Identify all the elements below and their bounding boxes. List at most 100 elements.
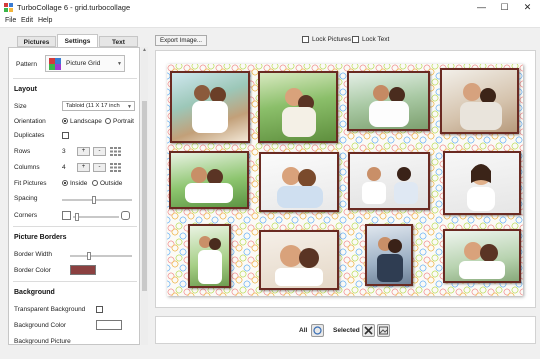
photo-couple-coffee[interactable] xyxy=(348,152,430,210)
duplicates-label: Duplicates xyxy=(14,132,45,139)
photo-couple-coffee-icon xyxy=(362,167,418,204)
pattern-dropdown[interactable]: Picture Grid ▼ xyxy=(45,55,125,72)
photo-woman-smiling-icon xyxy=(467,164,495,211)
close-icon xyxy=(364,326,373,335)
rows-plus-button[interactable]: + xyxy=(77,147,90,156)
photo-couple-laughing[interactable] xyxy=(443,229,521,283)
photo-couple-lake-icon xyxy=(369,85,409,127)
landscape-radio[interactable] xyxy=(62,118,68,124)
border-color-label: Border Color xyxy=(14,267,51,274)
photo-couple-park-icon xyxy=(282,88,316,137)
rounded-corner-icon xyxy=(121,211,130,220)
selection-bar: All Selected xyxy=(155,316,536,344)
picture-borders-header: Picture Borders xyxy=(14,234,67,241)
settings-panel: Pattern Picture Grid ▼ Layout Size Tablo… xyxy=(8,47,140,345)
portrait-radio[interactable] xyxy=(105,118,111,124)
layout-header: Layout xyxy=(14,86,37,93)
grid-icon[interactable] xyxy=(110,147,121,156)
remove-selected-button[interactable] xyxy=(362,324,375,337)
photo-couple-lake[interactable] xyxy=(347,71,430,131)
landscape-label: Landscape xyxy=(70,118,102,125)
menu-help[interactable]: Help xyxy=(38,17,52,24)
left-panel: Pictures Settings Text Pattern Picture G… xyxy=(4,32,148,345)
border-width-label: Border Width xyxy=(14,251,52,258)
duplicates-checkbox[interactable] xyxy=(62,132,69,139)
portrait-label: Portrait xyxy=(113,118,134,125)
scrollbar-thumb[interactable] xyxy=(142,101,147,291)
tab-settings[interactable]: Settings xyxy=(57,34,98,48)
photo-couple-beach[interactable] xyxy=(170,71,250,143)
tab-text[interactable]: Text xyxy=(99,36,138,47)
square-corner-icon xyxy=(62,211,71,220)
app-icon xyxy=(4,3,13,12)
photo-couple-closeup[interactable] xyxy=(259,230,339,290)
photo-couple-closeup-icon xyxy=(275,245,323,286)
export-image-button[interactable]: Export Image... xyxy=(155,35,207,46)
background-picture-label: Background Picture xyxy=(14,338,71,345)
menu-file[interactable]: File xyxy=(5,17,16,24)
photo-couple-grass-icon xyxy=(185,167,233,203)
photo-couple-beach-icon xyxy=(192,85,228,133)
corners-slider[interactable] xyxy=(75,213,80,221)
photo-couple-city-icon xyxy=(377,237,403,282)
background-color-swatch[interactable] xyxy=(96,320,122,330)
close-button[interactable]: ✕ xyxy=(516,0,539,15)
photo-couple-standing-icon xyxy=(198,236,222,284)
size-value: Tabloid (11 X 17 inch xyxy=(66,103,120,109)
edit-picture-button[interactable] xyxy=(377,324,390,337)
select-all-icon xyxy=(313,326,322,335)
photo-couple-grass[interactable] xyxy=(169,151,249,209)
lock-text-label: Lock Text xyxy=(362,36,390,43)
spacing-slider-track xyxy=(62,199,132,201)
size-select[interactable]: Tabloid (11 X 17 inch ▼ xyxy=(62,101,135,111)
lock-text-checkbox[interactable] xyxy=(352,36,359,43)
photo-couple-standing[interactable] xyxy=(188,224,231,288)
picture-icon xyxy=(379,326,388,335)
window-title: TurboCollage 6 - grid.turbocollage xyxy=(17,3,131,12)
maximize-button[interactable]: ☐ xyxy=(493,0,516,15)
pattern-label: Pattern xyxy=(16,61,37,68)
tab-pictures[interactable]: Pictures xyxy=(17,36,56,47)
background-header: Background xyxy=(14,289,55,296)
photo-couple-embrace-icon xyxy=(277,167,323,208)
transparent-background-label: Transparent Background xyxy=(14,306,86,313)
columns-value: 4 xyxy=(62,164,66,171)
photo-couple-embrace[interactable] xyxy=(259,152,339,212)
orientation-label: Orientation xyxy=(14,118,46,125)
columns-label: Columns xyxy=(14,164,40,171)
minimize-button[interactable]: — xyxy=(470,0,493,15)
menu-edit[interactable]: Edit xyxy=(21,17,33,24)
fit-inside-radio[interactable] xyxy=(62,180,68,186)
scroll-up-icon[interactable]: ▲ xyxy=(141,47,148,54)
photo-couple-sofa[interactable] xyxy=(440,68,519,134)
pattern-grid-icon xyxy=(49,58,61,70)
title-bar: TurboCollage 6 - grid.turbocollage — ☐ ✕ xyxy=(0,0,540,15)
settings-scrollbar[interactable]: ▲ xyxy=(141,47,148,345)
rows-minus-button[interactable]: - xyxy=(93,147,106,156)
border-color-swatch[interactable] xyxy=(70,265,96,275)
border-width-track xyxy=(70,255,132,257)
photo-couple-sofa-icon xyxy=(460,83,502,130)
lock-pictures-checkbox[interactable] xyxy=(302,36,309,43)
selected-label: Selected xyxy=(333,327,360,334)
columns-minus-button[interactable]: - xyxy=(93,163,106,172)
lock-pictures-label: Lock Pictures xyxy=(312,36,352,43)
fit-outside-radio[interactable] xyxy=(92,180,98,186)
background-color-label: Background Color xyxy=(14,322,67,329)
transparent-background-checkbox[interactable] xyxy=(96,306,103,313)
grid-icon[interactable] xyxy=(110,163,121,172)
divider xyxy=(13,78,137,79)
photo-couple-park[interactable] xyxy=(258,71,338,143)
photo-couple-city[interactable] xyxy=(365,224,413,286)
menu-bar: File Edit Help xyxy=(0,15,540,28)
border-width-slider[interactable] xyxy=(87,252,92,260)
photo-woman-smiling[interactable] xyxy=(443,151,521,215)
select-all-button[interactable] xyxy=(311,324,324,337)
spacing-slider[interactable] xyxy=(91,196,96,204)
collage-canvas[interactable] xyxy=(167,64,523,296)
chevron-down-icon: ▼ xyxy=(127,104,132,110)
columns-plus-button[interactable]: + xyxy=(77,163,90,172)
size-label: Size xyxy=(14,103,27,110)
fit-inside-label: Inside xyxy=(70,180,88,187)
spacing-label: Spacing xyxy=(14,195,38,202)
